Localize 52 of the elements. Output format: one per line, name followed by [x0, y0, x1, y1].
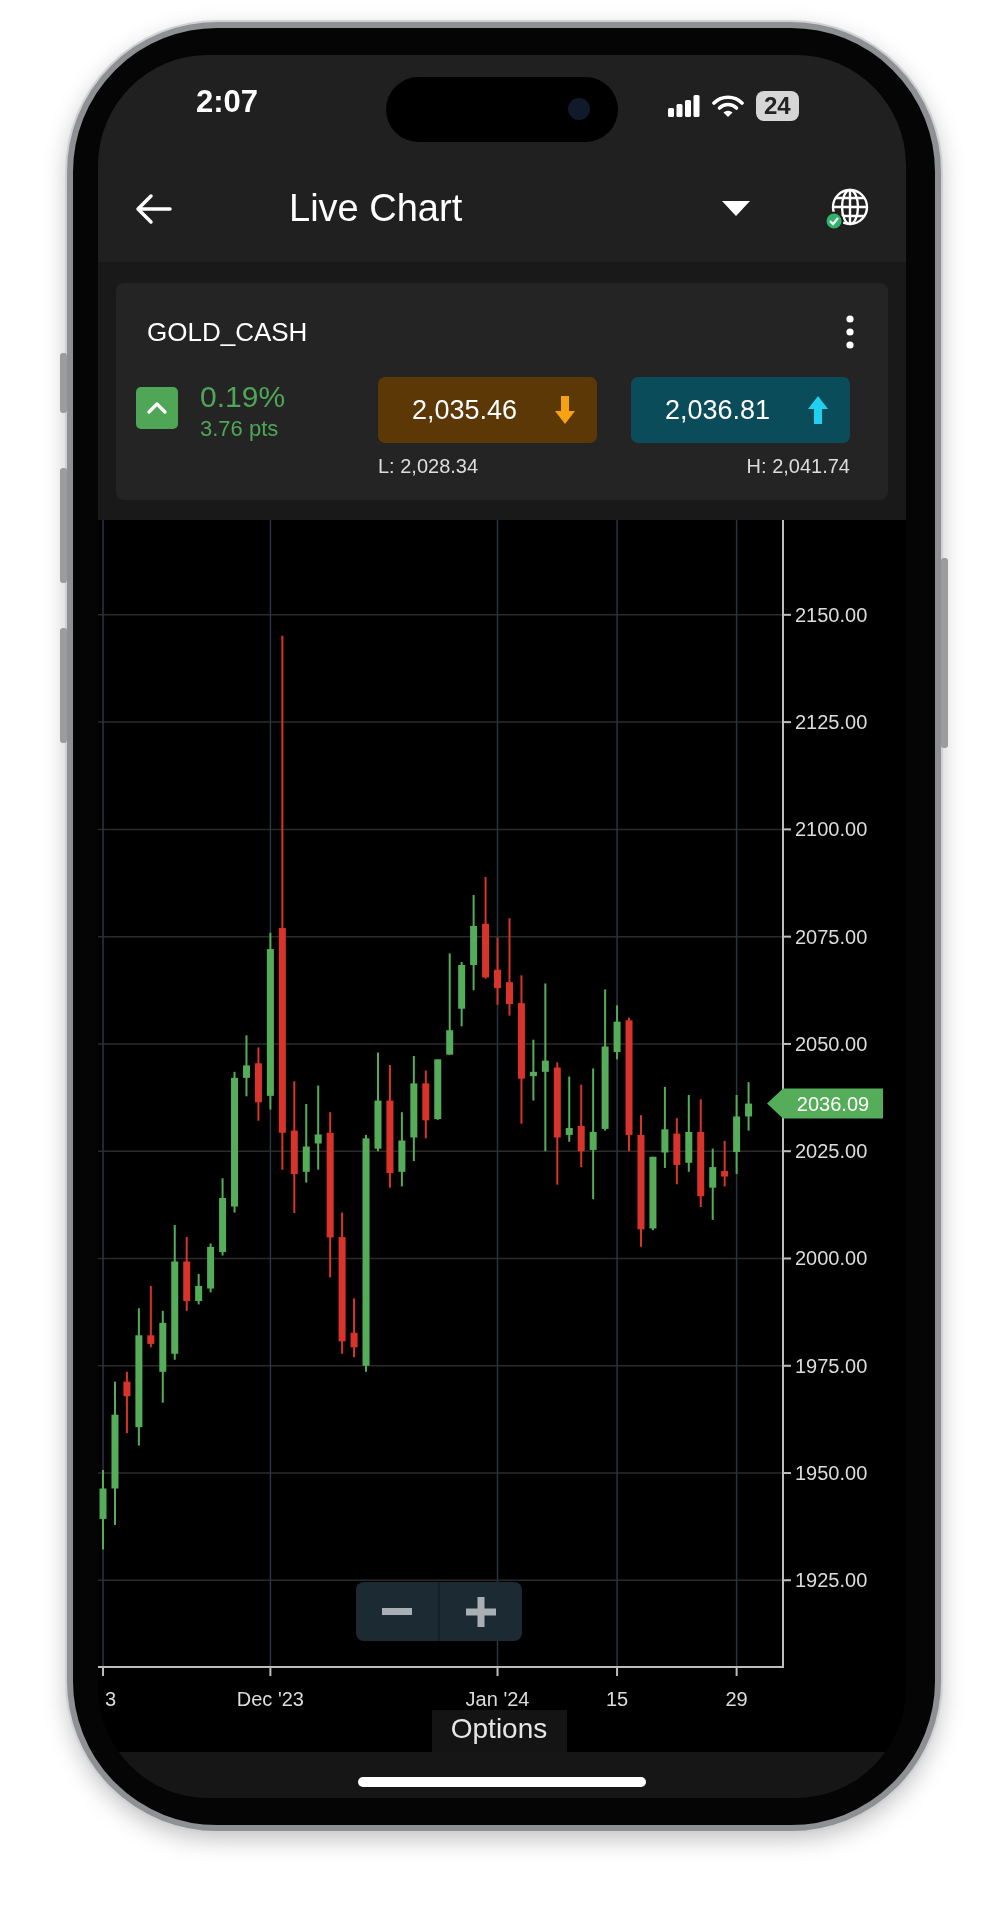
axis-label: 2150.00 [795, 603, 868, 626]
change-percent: 0.19% [200, 379, 286, 415]
candlestick [613, 1004, 621, 1061]
price-tag: 2036.09 [767, 1088, 883, 1119]
axis-label: 1975.00 [795, 1354, 868, 1377]
back-button[interactable] [134, 191, 174, 226]
clock: 2:07 [195, 83, 258, 121]
low-price: L: 2,028.34 [378, 455, 480, 478]
candlestick [422, 1069, 430, 1140]
candlestick [195, 1272, 203, 1306]
plus-icon [466, 1596, 496, 1627]
more-button[interactable] [844, 314, 856, 350]
axis-label: 2125.00 [795, 711, 868, 734]
globe-icon[interactable] [824, 186, 870, 231]
axis-label: 2050.00 [795, 1032, 868, 1055]
candlestick [529, 1038, 537, 1102]
high-price: H: 2,041.74 [745, 455, 850, 478]
axis-label: Dec '23 [236, 1688, 304, 1710]
candlestick [243, 1034, 250, 1098]
screen-title: Live Chart [289, 187, 464, 230]
candlestick [147, 1284, 155, 1349]
axis-label: Jan '24 [465, 1688, 530, 1710]
candlestick [434, 1058, 442, 1121]
candlestick [721, 1139, 729, 1188]
sell-button[interactable]: 2,035.46 [378, 377, 597, 443]
axis-label: 2025.00 [795, 1140, 868, 1163]
candlestick [565, 1075, 573, 1143]
arrow-down-icon [555, 396, 575, 424]
axis-label: 15 [605, 1688, 629, 1710]
buy-button[interactable]: 2,036.81 [631, 377, 850, 443]
options-tab[interactable]: Options [431, 1710, 567, 1752]
candlestick [458, 961, 466, 1028]
axis-label: 2075.00 [795, 925, 868, 948]
axis-label: 3 [105, 1688, 117, 1710]
axis-label: 2100.00 [795, 818, 868, 841]
candlestick [673, 1117, 681, 1186]
instrument-symbol: GOLD_CASH [147, 316, 308, 348]
candlestick [745, 1081, 753, 1132]
candlestick [123, 1370, 131, 1435]
candlestick [207, 1242, 215, 1294]
candlestick [350, 1297, 358, 1359]
battery-indicator: 24 [756, 91, 799, 121]
wifi-icon [712, 94, 744, 118]
minus-icon [382, 1607, 412, 1616]
axis-label: 29 [725, 1688, 748, 1710]
arrow-up-icon [808, 396, 828, 424]
axis-label: 1950.00 [795, 1462, 868, 1485]
candlestick [494, 936, 501, 1006]
axis-label: 2000.00 [795, 1247, 868, 1270]
change-points: 3.76 pts [200, 415, 280, 443]
signal-icon [668, 95, 700, 117]
axis-label: 1925.00 [795, 1569, 868, 1592]
